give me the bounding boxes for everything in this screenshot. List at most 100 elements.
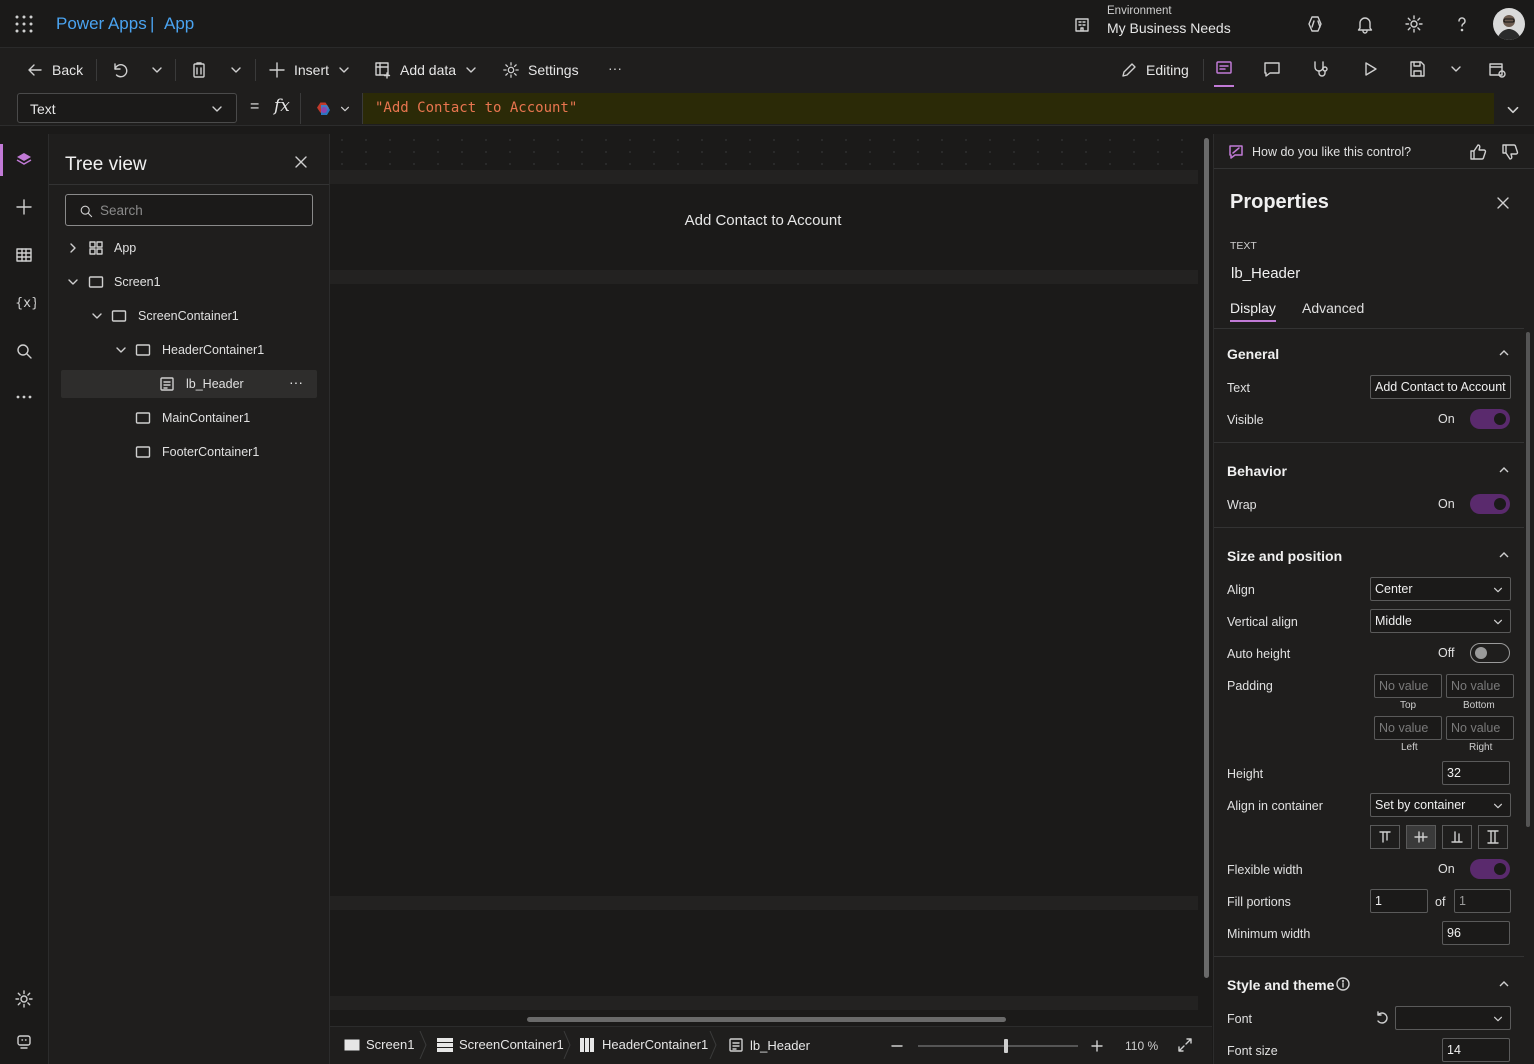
wrap-toggle[interactable]	[1470, 494, 1510, 514]
data-table-icon[interactable]	[14, 245, 34, 265]
section-size-title[interactable]: Size and position	[1227, 548, 1342, 564]
tree-item-lb-header[interactable]: lb_Header ···	[61, 370, 317, 398]
publish-icon[interactable]	[1487, 59, 1507, 79]
zoom-slider[interactable]	[918, 1039, 1078, 1053]
header-container[interactable]: Add Contact to Account	[330, 184, 1198, 270]
zoom-out-icon[interactable]	[890, 1039, 904, 1053]
copilot-icon[interactable]	[1306, 14, 1326, 34]
zoom-slider-thumb[interactable]	[1004, 1039, 1008, 1053]
section-general-title[interactable]: General	[1227, 346, 1279, 362]
undo-icon[interactable]	[110, 61, 128, 79]
environment-name[interactable]: My Business Needs	[1107, 20, 1231, 36]
font-dropdown[interactable]	[1395, 1006, 1511, 1030]
tree-item-headercontainer1[interactable]: HeaderContainer1	[49, 336, 330, 364]
more-options-icon[interactable]: ···	[289, 374, 303, 390]
paste-icon[interactable]	[190, 61, 208, 79]
product-name[interactable]: Power Apps	[56, 14, 147, 34]
tab-advanced[interactable]: Advanced	[1302, 300, 1364, 316]
close-icon[interactable]	[1495, 195, 1511, 211]
save-icon[interactable]	[1407, 59, 1427, 79]
more-options-icon[interactable]	[14, 387, 34, 407]
paste-chevron-down-icon[interactable]	[229, 63, 243, 77]
breadcrumb-headercontainer1[interactable]: HeaderContainer1	[580, 1037, 708, 1052]
tree-search-field[interactable]: Search	[65, 194, 313, 226]
reset-icon[interactable]	[1374, 1010, 1390, 1026]
thumbs-down-icon[interactable]	[1500, 142, 1520, 162]
preview-play-icon[interactable]	[1360, 59, 1380, 79]
tab-display[interactable]: Display	[1230, 300, 1276, 316]
close-icon[interactable]	[293, 154, 309, 170]
comments-icon[interactable]	[1262, 59, 1282, 79]
more-commands-button[interactable]: ···	[608, 60, 622, 76]
text-property-input[interactable]: Add Contact to Account	[1370, 375, 1511, 399]
control-name[interactable]: lb_Header	[1231, 265, 1300, 282]
thumbs-up-icon[interactable]	[1468, 142, 1488, 162]
section-style-title[interactable]: Style and theme	[1227, 977, 1334, 993]
variables-icon[interactable]: {x}	[14, 292, 36, 312]
settings-gear-icon[interactable]	[14, 989, 34, 1009]
align-bottom-button[interactable]	[1442, 825, 1472, 849]
align-in-container-dropdown[interactable]: Set by container	[1370, 793, 1511, 817]
padding-right-input[interactable]: No value	[1446, 716, 1514, 740]
property-dropdown[interactable]: Text	[17, 93, 237, 123]
formula-input[interactable]: "Add Contact to Account"	[362, 93, 1494, 124]
breadcrumb-screencontainer1[interactable]: ScreenContainer1	[437, 1037, 564, 1052]
flexible-width-toggle[interactable]	[1470, 859, 1510, 879]
padding-top-input[interactable]: No value	[1374, 674, 1442, 698]
tree-item-maincontainer1[interactable]: MainContainer1	[49, 404, 330, 432]
help-icon[interactable]	[1452, 14, 1472, 34]
breadcrumb-screen1[interactable]: Screen1	[344, 1037, 414, 1052]
undo-chevron-down-icon[interactable]	[150, 63, 164, 77]
user-avatar[interactable]	[1493, 8, 1525, 40]
font-size-input[interactable]: 14	[1442, 1038, 1510, 1062]
vertical-align-dropdown[interactable]: Middle	[1370, 609, 1511, 633]
visible-toggle[interactable]	[1470, 409, 1510, 429]
settings-gear-icon[interactable]	[1404, 14, 1424, 34]
padding-left-input[interactable]: No value	[1374, 716, 1442, 740]
zoom-level[interactable]: 110 %	[1125, 1039, 1158, 1053]
design-canvas[interactable]: Add Contact to Account	[330, 134, 1212, 1024]
expand-formula-chevron-icon[interactable]	[1505, 102, 1521, 118]
notes-icon[interactable]	[1214, 59, 1234, 87]
editing-mode-button[interactable]: Editing	[1120, 54, 1189, 86]
notifications-icon[interactable]	[1355, 14, 1375, 34]
properties-scrollbar[interactable]	[1526, 332, 1530, 827]
height-input[interactable]: 32	[1442, 761, 1510, 785]
fill-portions-input[interactable]: 1	[1370, 889, 1428, 913]
horizontal-scrollbar[interactable]	[527, 1017, 1006, 1022]
align-dropdown[interactable]: Center	[1370, 577, 1511, 601]
section-behavior-title[interactable]: Behavior	[1227, 463, 1287, 479]
back-button[interactable]: Back	[26, 54, 83, 86]
tree-view-layers-icon[interactable]	[14, 150, 34, 170]
align-stretch-button[interactable]	[1478, 825, 1508, 849]
save-chevron-down-icon[interactable]	[1449, 62, 1463, 76]
tree-item-app[interactable]: App	[49, 234, 330, 262]
tree-item-screen1[interactable]: Screen1	[49, 268, 330, 296]
fit-to-window-icon[interactable]	[1177, 1037, 1193, 1053]
align-top-button[interactable]	[1370, 825, 1400, 849]
align-center-button[interactable]	[1406, 825, 1436, 849]
auto-height-toggle[interactable]	[1470, 643, 1510, 663]
virtual-agent-icon[interactable]	[14, 1032, 34, 1052]
search-icon[interactable]	[14, 341, 34, 361]
insert-plus-icon[interactable]	[14, 197, 34, 217]
main-container[interactable]	[330, 284, 1198, 896]
insert-button[interactable]: Insert	[268, 54, 351, 86]
copilot-formula-button[interactable]	[300, 93, 362, 124]
app-name[interactable]: App	[164, 14, 194, 34]
tree-item-footercontainer1[interactable]: FooterContainer1	[49, 438, 330, 466]
footer-container[interactable]	[330, 910, 1198, 996]
lb-header-label[interactable]: Add Contact to Account	[330, 212, 1196, 229]
breadcrumb-lb-header[interactable]: lb_Header	[728, 1037, 810, 1053]
info-icon[interactable]	[1336, 977, 1350, 991]
tree-item-screencontainer1[interactable]: ScreenContainer1	[49, 302, 330, 330]
chevron-up-icon[interactable]	[1497, 548, 1511, 562]
vertical-scrollbar[interactable]	[1204, 138, 1209, 978]
settings-button[interactable]: Settings	[502, 54, 579, 86]
add-data-button[interactable]: Add data	[374, 54, 478, 86]
chevron-up-icon[interactable]	[1497, 463, 1511, 477]
zoom-in-icon[interactable]	[1090, 1039, 1104, 1053]
app-checker-stethoscope-icon[interactable]	[1310, 59, 1330, 79]
chevron-up-icon[interactable]	[1497, 346, 1511, 360]
app-launcher-icon[interactable]	[15, 15, 33, 33]
